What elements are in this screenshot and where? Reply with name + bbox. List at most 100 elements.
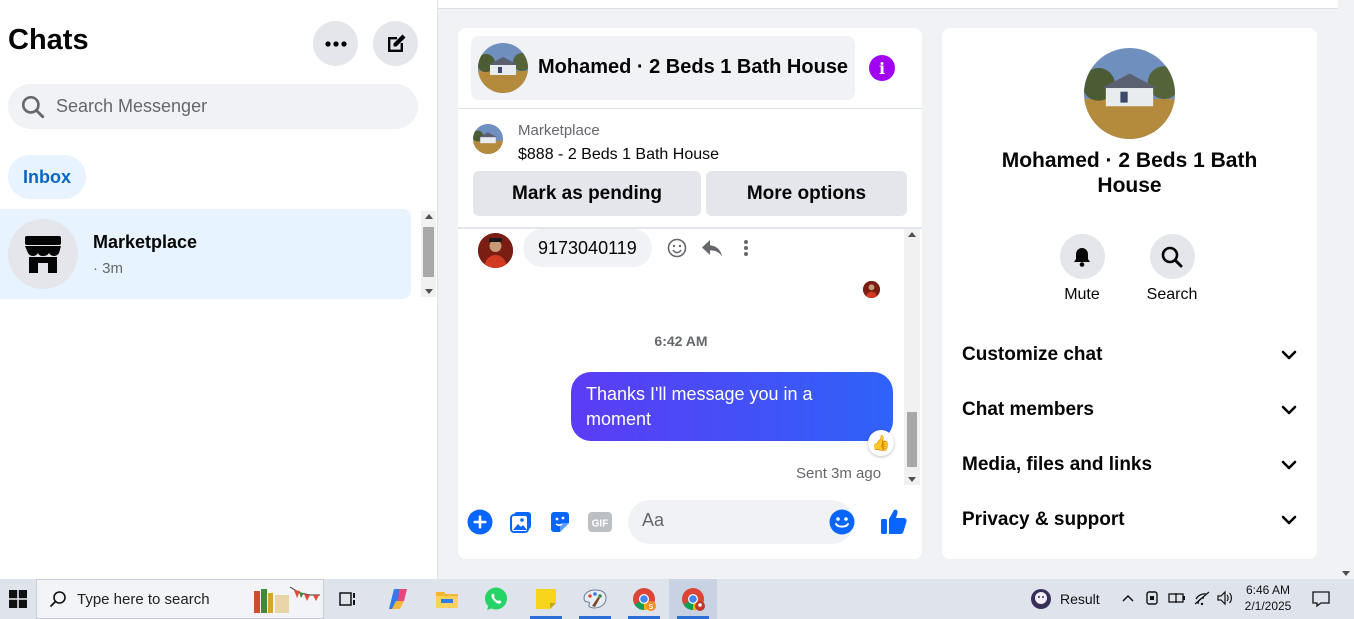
mute-label: Mute <box>1064 286 1100 303</box>
sender-avatar[interactable] <box>478 233 513 268</box>
ellipsis-icon <box>324 40 347 47</box>
sticky-note-icon <box>536 589 556 609</box>
conversation-header[interactable]: Mohamed · 2 Beds 1 Bath House <box>471 36 855 100</box>
scroll-down-arrow-icon[interactable] <box>908 477 916 482</box>
chrome-icon <box>682 588 705 611</box>
chevron-up-icon[interactable] <box>1121 593 1135 603</box>
taskbar-search-input[interactable] <box>77 590 237 608</box>
search-button-circle[interactable] <box>1149 234 1195 279</box>
message-more-button[interactable] <box>735 237 757 259</box>
header-divider <box>458 108 922 109</box>
copilot-app[interactable] <box>374 579 422 619</box>
battery-icon[interactable] <box>1168 591 1186 605</box>
copilot-icon <box>389 589 407 609</box>
incoming-message-bubble[interactable]: 9173040119 <box>523 229 652 267</box>
gif-button[interactable]: GIF <box>587 509 613 535</box>
listing-thumbnail[interactable] <box>473 124 503 154</box>
read-receipt-avatar <box>863 281 880 298</box>
conversation-info-panel: Mohamed · 2 Beds 1 Bath House Mute Searc… <box>942 28 1317 559</box>
thumbs-up-reaction-icon[interactable]: 👍 <box>868 430 894 456</box>
chat-list-item[interactable]: Marketplace · 3m <box>0 209 411 299</box>
inbox-filter-tab[interactable]: Inbox <box>8 155 86 199</box>
gif-icon: GIF <box>588 512 612 532</box>
more-options-button[interactable] <box>313 21 358 66</box>
palette-icon <box>583 589 607 609</box>
plus-circle-icon <box>467 509 493 535</box>
windows-taskbar: S Result 6:46 AM 2/1/2025 <box>0 579 1354 619</box>
wifi-icon[interactable] <box>1193 590 1211 606</box>
conversation-info-button[interactable]: i <box>869 55 895 81</box>
result-widget-icon[interactable] <box>1030 588 1052 610</box>
paint-app[interactable] <box>571 579 619 619</box>
clock-date: 2/1/2025 <box>1244 599 1292 613</box>
mute-button-circle[interactable] <box>1059 234 1105 279</box>
notifications-icon[interactable] <box>1312 590 1330 608</box>
search-in-conversation-button[interactable]: Search <box>1127 234 1217 304</box>
scroll-up-arrow-icon[interactable] <box>425 214 433 219</box>
task-view-icon <box>339 592 355 606</box>
chevron-down-icon <box>1281 460 1297 470</box>
chats-sidebar: Chats Inbox Marketplace · 3m <box>0 0 438 579</box>
sticky-notes-app[interactable] <box>522 579 570 619</box>
smiley-icon <box>667 238 687 258</box>
house-photo-icon <box>473 124 503 154</box>
search-label: Search <box>1146 286 1198 303</box>
gallery-icon <box>510 512 531 533</box>
house-photo-icon <box>1084 48 1175 139</box>
scroll-down-arrow-icon[interactable] <box>1342 571 1350 576</box>
media-files-links-section[interactable]: Media, files and links <box>962 445 1297 485</box>
result-label[interactable]: Result <box>1060 591 1100 607</box>
chat-list-scrollbar[interactable] <box>421 211 436 297</box>
marketplace-label: Marketplace <box>518 122 600 139</box>
privacy-support-section[interactable]: Privacy & support <box>962 500 1297 540</box>
svg-text:GIF: GIF <box>592 519 609 530</box>
shop-icon <box>25 236 61 273</box>
sticker-button[interactable] <box>547 509 573 535</box>
like-send-button[interactable] <box>880 506 908 536</box>
new-message-button[interactable] <box>373 21 418 66</box>
scroll-up-arrow-icon[interactable] <box>908 232 916 237</box>
listing-title[interactable]: $888 - 2 Beds 1 Bath House <box>518 146 719 164</box>
taskbar-clock[interactable]: 6:46 AM 2/1/2025 <box>1243 582 1293 614</box>
vertical-ellipsis-icon <box>744 240 748 256</box>
sticker-icon <box>551 512 569 532</box>
task-view-button[interactable] <box>324 579 372 619</box>
message-timestamp: 6:42 AM <box>654 333 708 349</box>
customize-chat-section[interactable]: Customize chat <box>962 335 1297 375</box>
reply-button[interactable] <box>701 237 723 259</box>
message-input[interactable] <box>642 510 822 531</box>
mark-as-pending-button[interactable]: Mark as pending <box>473 171 701 216</box>
start-button[interactable] <box>0 579 36 619</box>
volume-icon[interactable] <box>1216 590 1234 606</box>
outgoing-message-bubble[interactable]: Thanks I'll message you in a moment <box>571 372 893 441</box>
chrome-app[interactable]: S <box>620 579 668 619</box>
react-button[interactable] <box>666 237 688 259</box>
file-explorer-app[interactable] <box>423 579 471 619</box>
info-panel-title: Mohamed · 2 Beds 1 Bath House <box>1001 149 1258 197</box>
chrome-profile-app[interactable] <box>669 579 717 619</box>
search-icon <box>1161 246 1183 267</box>
more-options-listing-button[interactable]: More options <box>706 171 907 216</box>
search-icon <box>49 591 66 608</box>
search-input[interactable] <box>56 96 396 117</box>
page-scrollbar[interactable] <box>1338 0 1354 579</box>
chat-members-section[interactable]: Chat members <box>962 390 1297 430</box>
scroll-thumb[interactable] <box>907 412 917 467</box>
chrome-icon: S <box>633 588 656 611</box>
scroll-down-arrow-icon[interactable] <box>425 289 433 294</box>
emoji-icon[interactable] <box>829 509 855 535</box>
messenger-search[interactable] <box>8 84 418 129</box>
section-label: Customize chat <box>962 344 1103 365</box>
whatsapp-app[interactable] <box>472 579 520 619</box>
message-scrollbar[interactable] <box>904 229 920 485</box>
mute-button[interactable]: Mute <box>1037 234 1127 304</box>
bell-icon <box>1074 247 1090 267</box>
scroll-thumb[interactable] <box>423 227 434 277</box>
message-input-box[interactable] <box>628 500 855 544</box>
meet-now-icon[interactable] <box>1145 590 1161 606</box>
attach-photo-button[interactable] <box>508 509 534 535</box>
taskbar-search[interactable] <box>36 579 324 619</box>
more-actions-button[interactable] <box>467 509 493 535</box>
listing-avatar-large[interactable] <box>1084 48 1175 139</box>
section-label: Privacy & support <box>962 509 1125 530</box>
